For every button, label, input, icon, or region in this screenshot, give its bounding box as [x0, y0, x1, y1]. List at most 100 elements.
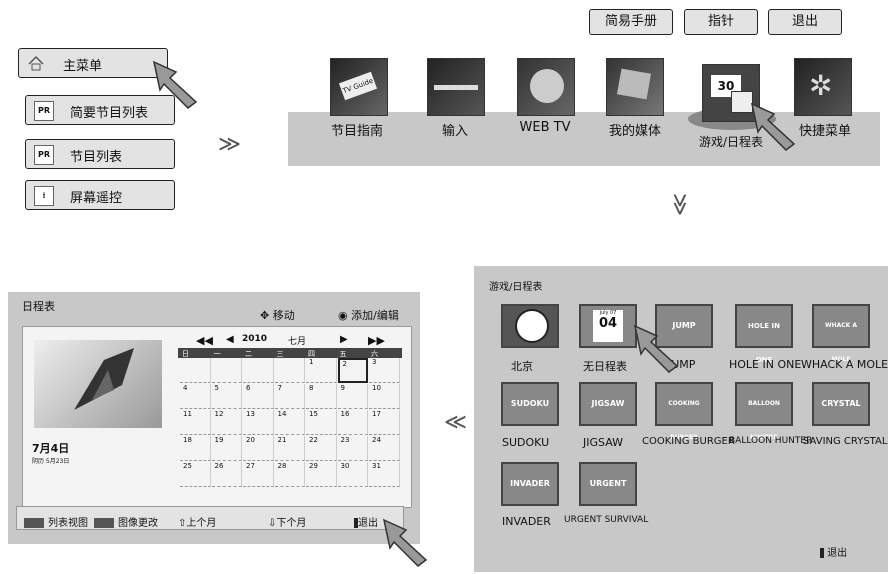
- hand-pointer-icon: [382, 518, 428, 567]
- menu-label-media: 我的媒体: [608, 124, 661, 139]
- calendar-day-cell[interactable]: [180, 358, 211, 383]
- list-view-button[interactable]: 列表视图: [24, 514, 88, 529]
- calendar-day-cell[interactable]: 26: [211, 462, 242, 487]
- game-tile-text: COOKING BURGER: [668, 400, 700, 441]
- calendar-day-cell[interactable]: [243, 358, 274, 383]
- prev-month-icon[interactable]: ◀: [226, 334, 234, 345]
- calendar-day-cell[interactable]: [274, 358, 305, 383]
- exit-button[interactable]: 退出: [768, 9, 842, 35]
- calendar-day-cell[interactable]: 7: [274, 384, 305, 409]
- sidebar-item-main-menu[interactable]: 主菜单: [18, 48, 168, 78]
- calendar-day-cell[interactable]: 5: [211, 384, 242, 409]
- pointer-button[interactable]: 指针: [684, 9, 758, 35]
- calendar-day-cell[interactable]: 25: [180, 462, 211, 487]
- game-tile-text: SUDOKU: [510, 399, 550, 408]
- calendar-day-cell[interactable]: 12: [211, 410, 242, 435]
- calendar-day-cell[interactable]: 3: [369, 358, 400, 383]
- sidebar-item-remote[interactable]: ⁞ 屏幕遥控: [25, 180, 175, 210]
- game-label: URGENT SURVIVAL: [564, 515, 649, 525]
- schedule-title: 日程表: [22, 300, 55, 313]
- calendar-day-cell[interactable]: 18: [180, 436, 211, 461]
- game-tile-whack-a-mole[interactable]: WHACK A MOLE: [812, 304, 870, 363]
- calendar-day-cell[interactable]: 2: [337, 358, 368, 383]
- globe-icon[interactable]: [517, 58, 575, 116]
- calendar-day-cell[interactable]: 8: [306, 384, 337, 409]
- game-tile-hole-in-one[interactable]: HOLE IN ONE: [735, 304, 793, 364]
- calendar-day-cell[interactable]: 16: [337, 410, 368, 435]
- schedule-exit-button[interactable]: 退出: [354, 514, 378, 529]
- media-icon[interactable]: [606, 58, 664, 116]
- game-tile-jigsaw[interactable]: JIGSAW: [579, 382, 637, 426]
- guide-button[interactable]: 简易手册: [589, 9, 673, 35]
- games-exit-button[interactable]: 退出: [820, 544, 847, 559]
- game-tile-text: WHACK A MOLE: [824, 322, 858, 363]
- calendar-day-cell[interactable]: 13: [243, 410, 274, 435]
- game-tile-sudoku[interactable]: SUDOKU: [501, 382, 559, 426]
- input-cable-icon[interactable]: [427, 58, 485, 116]
- sidebar-item-program-list[interactable]: PR 节目列表: [25, 139, 175, 169]
- game-tile-text: JIGSAW: [591, 399, 625, 408]
- clock-tile[interactable]: [501, 304, 559, 348]
- pr-grid-icon: PR: [34, 145, 54, 165]
- prev-month-button[interactable]: ⇧上个月: [178, 514, 216, 529]
- calendar-day-cell[interactable]: 14: [274, 410, 305, 435]
- calendar-day-cell[interactable]: 11: [180, 410, 211, 435]
- game-label: SAVING CRYSTAL: [803, 436, 888, 447]
- weekday-bar: [178, 348, 402, 358]
- calendar-day-cell[interactable]: 23: [337, 436, 368, 461]
- butterfly-photo[interactable]: [34, 340, 162, 428]
- game-label: 无日程表: [583, 360, 627, 373]
- schedule-exit-label: 退出: [358, 518, 378, 529]
- hand-pointer-icon: [152, 60, 198, 109]
- game-tile-saving-crystal[interactable]: CRYSTAL: [812, 382, 870, 426]
- game-tile-cooking-burger[interactable]: COOKING BURGER: [655, 382, 713, 441]
- next-year-icon[interactable]: ▶▶: [368, 334, 385, 347]
- calendar-day-cell[interactable]: 4: [180, 384, 211, 409]
- calendar-day-cell[interactable]: 6: [243, 384, 274, 409]
- exit-icon: [820, 548, 824, 558]
- game-tile-text: HOLE IN ONE: [748, 322, 780, 364]
- calendar-day-cell[interactable]: 21: [274, 436, 305, 461]
- game-tile-balloon-hunter[interactable]: BALLOON HUNTER: [735, 382, 793, 441]
- list-view-swatch: [24, 518, 44, 528]
- games-exit-label: 退出: [827, 548, 848, 559]
- next-month-icon[interactable]: ▶: [340, 334, 348, 345]
- calendar-year: 2010: [242, 334, 268, 344]
- pr-list-icon: PR: [34, 101, 54, 121]
- calendar-day-cell[interactable]: 22: [306, 436, 337, 461]
- calendar-tile[interactable]: july 07 04: [579, 304, 637, 348]
- game-label: COOKING BURGER: [642, 436, 735, 447]
- calendar-day-cell[interactable]: 24: [369, 436, 400, 461]
- ok-icon: ◉: [338, 309, 348, 322]
- calendar-day-cell[interactable]: 1: [306, 358, 337, 383]
- game-label: BALLOON HUNTER: [729, 436, 813, 446]
- arrow-down-icon: ≫: [667, 192, 693, 217]
- move-icon: ✥: [260, 309, 270, 322]
- calendar-day-cell[interactable]: 15: [306, 410, 337, 435]
- calendar-day-cell[interactable]: 28: [274, 462, 305, 487]
- calendar-day-cell[interactable]: 10: [369, 384, 400, 409]
- home-icon: [27, 54, 45, 72]
- calendar-day-cell[interactable]: 17: [369, 410, 400, 435]
- next-month-button[interactable]: ⇩下个月: [268, 514, 306, 529]
- calendar-day-cell[interactable]: [211, 358, 242, 383]
- calendar-tile-day: 04: [598, 316, 618, 331]
- calendar-day-cell[interactable]: 19: [211, 436, 242, 461]
- tv-guide-icon[interactable]: TV Guide: [330, 58, 388, 116]
- calendar-day-cell[interactable]: 29: [306, 462, 337, 487]
- calendar-day-cell[interactable]: 20: [243, 436, 274, 461]
- game-tile-urgent-survival[interactable]: URGENT: [579, 462, 637, 506]
- calendar-day-cell[interactable]: 27: [243, 462, 274, 487]
- change-image-button[interactable]: 图像更改: [94, 514, 158, 529]
- calendar-day-cell[interactable]: 9: [337, 384, 368, 409]
- gear-icon[interactable]: ✲: [794, 58, 852, 116]
- prev-year-icon[interactable]: ◀◀: [196, 334, 213, 347]
- games-panel-title: 游戏/日程表: [489, 282, 543, 293]
- calendar-day-cell[interactable]: 31: [369, 462, 400, 487]
- remote-icon: ⁞: [34, 186, 54, 206]
- game-tile-text: URGENT: [589, 479, 627, 488]
- calendar-day-cell[interactable]: 30: [337, 462, 368, 487]
- game-tile-invader[interactable]: INVADER: [501, 462, 559, 506]
- game-label: 北京: [511, 360, 533, 373]
- game-label: INVADER: [502, 515, 551, 528]
